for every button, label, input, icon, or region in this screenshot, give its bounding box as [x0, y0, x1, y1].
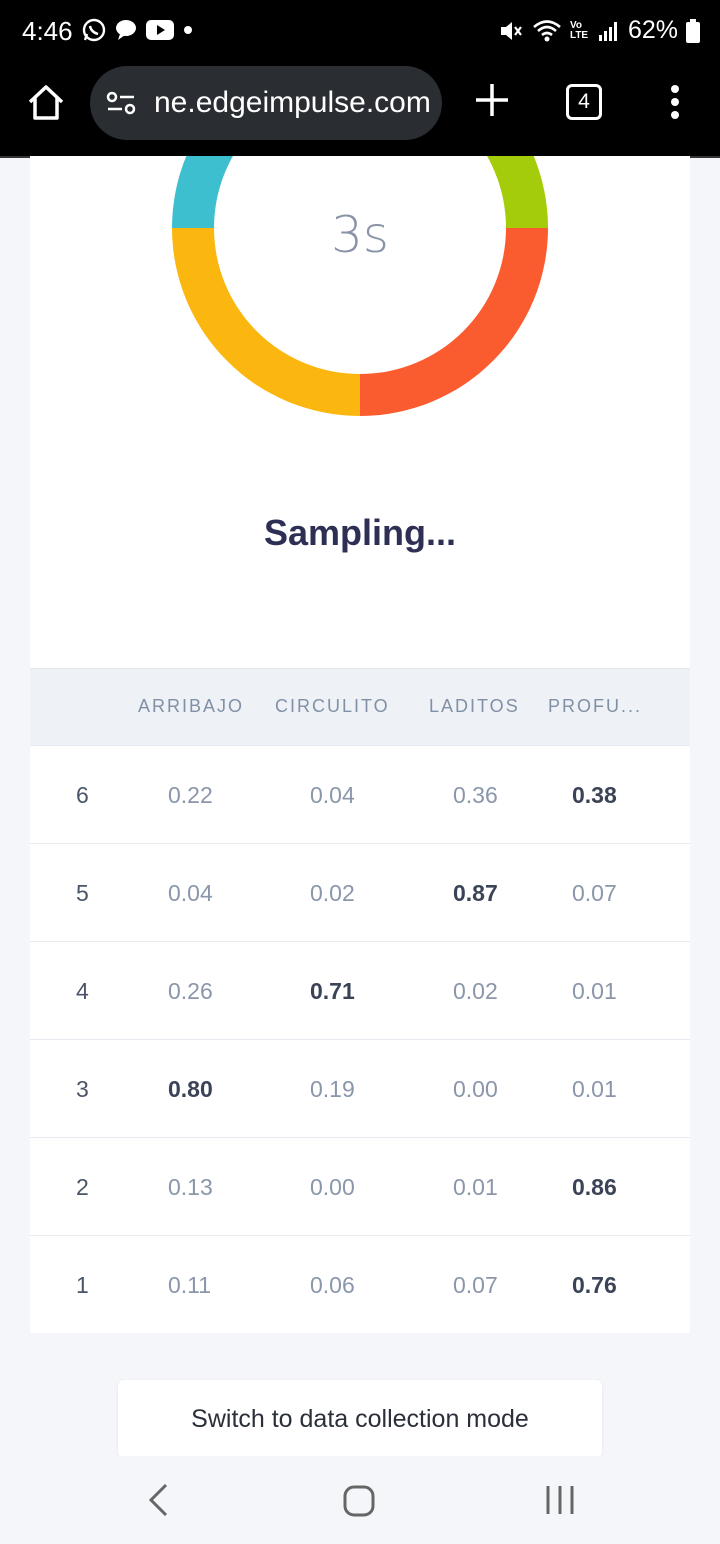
row-index: 2	[76, 1174, 89, 1200]
row-index: 3	[76, 1076, 89, 1102]
switch-to-data-collection-button[interactable]: Switch to data collection mode	[118, 1380, 602, 1458]
score-cell: 0.38	[572, 782, 617, 808]
results-table: ARRIBAJO CIRCULITO LADITOS PROFU... 6 0.2…	[30, 668, 690, 1333]
new-tab-icon[interactable]	[472, 80, 512, 120]
chat-icon	[116, 20, 136, 40]
score-cell: 0.36	[453, 782, 498, 808]
column-header-profu: PROFU...	[548, 696, 643, 716]
more-menu-icon[interactable]	[670, 84, 680, 120]
volte-icon: Vo LTE	[569, 19, 589, 41]
score-cell: 0.01	[572, 978, 617, 1004]
battery-text: 62%	[627, 16, 678, 44]
row-index: 6	[76, 782, 89, 808]
score-cell: 0.02	[310, 880, 355, 906]
column-header-circulito: CIRCULITO	[275, 696, 390, 716]
table-row: 1 0.11 0.06 0.07 0.76	[30, 1235, 690, 1333]
score-cell: 0.11	[168, 1272, 212, 1298]
score-cell: 0.06	[310, 1272, 355, 1298]
site-settings-icon[interactable]	[106, 91, 136, 115]
status-time: 4:46	[22, 16, 73, 46]
row-index: 5	[76, 880, 89, 906]
address-bar[interactable]: ne.edgeimpulse.com	[90, 66, 442, 140]
score-cell: 0.04	[310, 782, 355, 808]
tab-switcher-button[interactable]: 4	[566, 84, 602, 120]
battery-icon	[686, 18, 700, 43]
table-row: 4 0.26 0.71 0.02 0.01	[30, 941, 690, 1039]
wifi-icon	[533, 19, 561, 41]
score-cell: 0.01	[453, 1174, 498, 1200]
table-row: 5 0.04 0.02 0.87 0.07	[30, 843, 690, 941]
back-icon[interactable]	[146, 1482, 170, 1518]
score-cell: 0.22	[168, 782, 213, 808]
score-cell: 0.04	[168, 880, 213, 906]
live-classification-card: 3s Sampling...	[30, 156, 690, 668]
notification-icons	[82, 18, 194, 42]
score-cell: 0.00	[453, 1076, 498, 1102]
browser-toolbar: ne.edgeimpulse.com 4	[0, 62, 720, 158]
mute-icon	[500, 21, 522, 40]
system-icons: Vo LTE 62%	[498, 16, 700, 45]
dot-icon	[184, 26, 192, 34]
score-cell: 0.02	[453, 978, 498, 1004]
youtube-icon	[146, 20, 174, 40]
score-cell: 0.26	[168, 978, 213, 1004]
column-header-laditos: LADITOS	[429, 696, 520, 716]
recent-apps-icon[interactable]	[544, 1484, 576, 1516]
countdown-timer: 3s	[331, 206, 389, 264]
score-cell: 0.01	[572, 1076, 617, 1102]
score-cell: 0.13	[168, 1174, 213, 1200]
sampling-progress-ring	[172, 156, 548, 416]
score-cell: 0.86	[572, 1174, 617, 1200]
table-body: 6 0.22 0.04 0.36 0.38 5 0.04 0.02 0.87 0.07 4 0.26 0…	[30, 745, 690, 1333]
table-row: 6 0.22 0.04 0.36 0.38	[30, 745, 690, 843]
status-bar: 4:46 Vo LTE 62%	[0, 0, 720, 62]
url-text[interactable]: ne.edgeimpulse.com	[154, 86, 431, 120]
score-cell: 0.00	[310, 1174, 355, 1200]
signal-icon	[598, 21, 617, 41]
score-cell: 0.19	[310, 1076, 355, 1102]
score-cell: 0.07	[453, 1272, 498, 1298]
row-index: 4	[76, 978, 89, 1004]
system-navigation-bar	[0, 1456, 720, 1544]
whatsapp-icon	[82, 18, 106, 42]
column-header-arribajo: ARRIBAJO	[138, 696, 245, 716]
score-cell: 0.76	[572, 1272, 617, 1298]
score-cell: 0.87	[453, 880, 498, 906]
score-cell: 0.80	[168, 1076, 213, 1102]
table-header: ARRIBAJO CIRCULITO LADITOS PROFU...	[30, 668, 690, 745]
table-row: 3 0.80 0.19 0.00 0.01	[30, 1039, 690, 1137]
row-index: 1	[76, 1272, 89, 1298]
home-icon[interactable]	[24, 80, 68, 124]
home-button-icon[interactable]	[342, 1484, 376, 1518]
score-cell: 0.07	[572, 880, 617, 906]
score-cell: 0.71	[310, 978, 355, 1004]
sampling-status: Sampling...	[263, 512, 457, 553]
table-row: 2 0.13 0.00 0.01 0.86	[30, 1137, 690, 1235]
